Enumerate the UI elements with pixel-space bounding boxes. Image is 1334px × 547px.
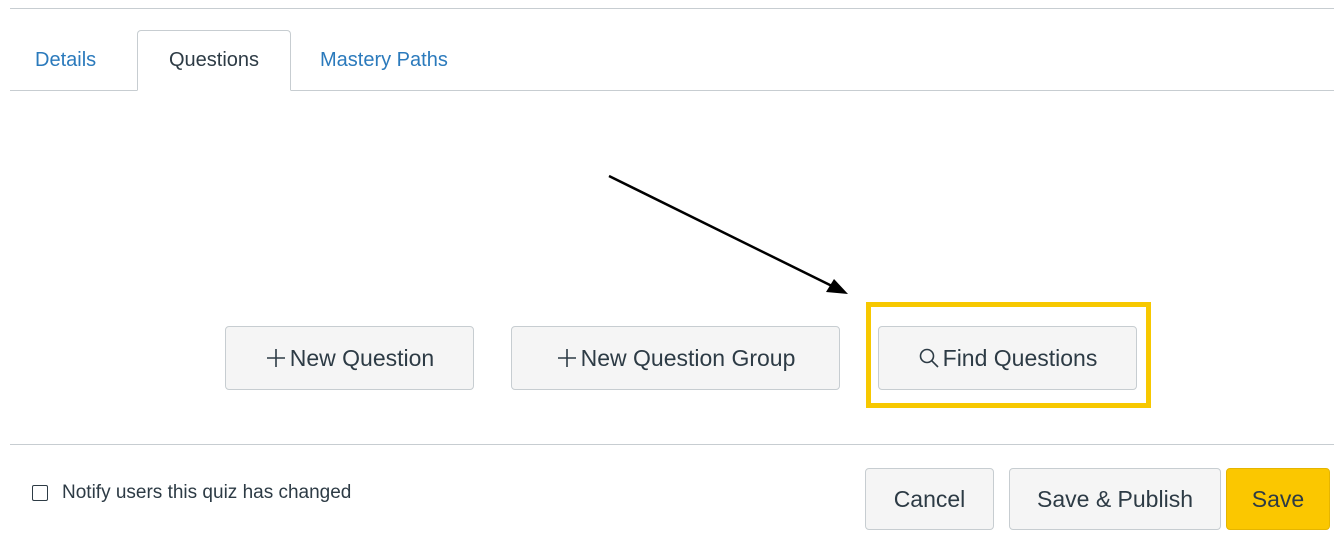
new-question-group-label: New Question Group — [580, 344, 796, 371]
save-publish-button[interactable]: Save & Publish — [1009, 468, 1221, 530]
tab-details[interactable]: Details — [35, 30, 96, 90]
save-publish-label: Save & Publish — [1037, 485, 1193, 512]
new-question-group-button[interactable]: New Question Group — [511, 326, 840, 390]
tab-questions[interactable]: Questions — [137, 30, 291, 91]
tab-mastery-paths[interactable]: Mastery Paths — [320, 30, 448, 90]
footer-divider — [10, 444, 1334, 445]
find-questions-button[interactable]: Find Questions — [878, 326, 1137, 390]
plus-icon — [265, 347, 287, 369]
quiz-tabs: Details Questions Mastery Paths — [10, 30, 1334, 91]
search-icon — [918, 347, 940, 369]
notify-users-checkbox[interactable] — [32, 485, 48, 501]
plus-icon — [556, 347, 578, 369]
new-question-label: New Question — [289, 344, 435, 371]
notify-users-option: Notify users this quiz has changed — [32, 482, 351, 504]
tab-mastery-paths-label: Mastery Paths — [320, 48, 448, 71]
cancel-label: Cancel — [893, 485, 966, 512]
cancel-button[interactable]: Cancel — [865, 468, 994, 530]
top-divider — [10, 8, 1334, 9]
tab-questions-label: Questions — [168, 49, 260, 71]
save-label: Save — [1251, 485, 1305, 512]
save-button[interactable]: Save — [1226, 468, 1330, 530]
notify-users-label: Notify users this quiz has changed — [62, 482, 352, 503]
tab-details-label: Details — [35, 48, 97, 71]
new-question-button[interactable]: New Question — [225, 326, 474, 390]
find-questions-label: Find Questions — [942, 344, 1098, 371]
